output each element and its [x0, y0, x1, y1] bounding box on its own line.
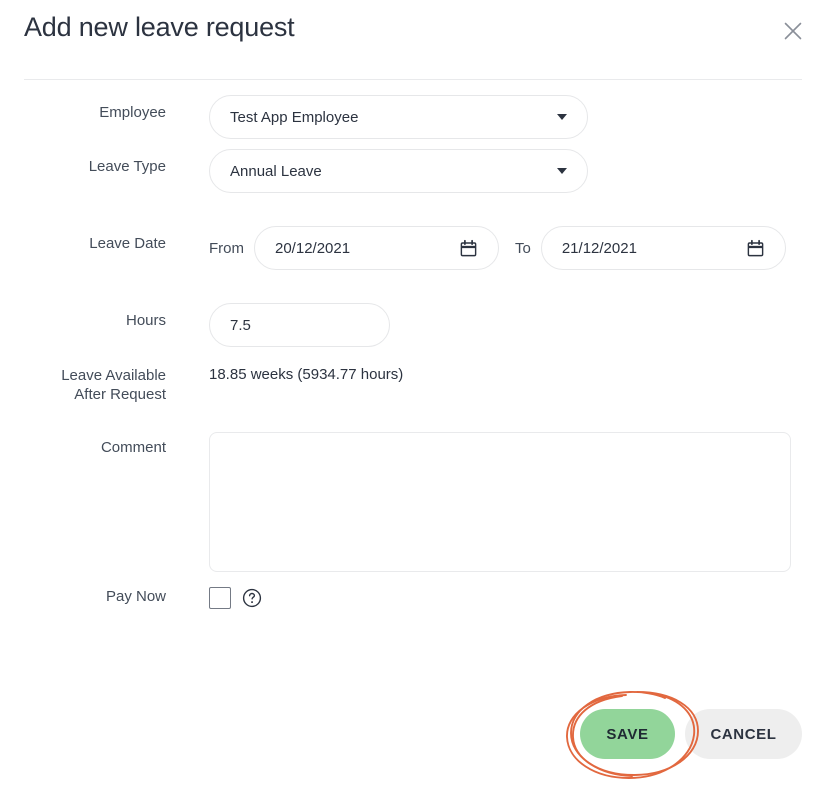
form-row-leave-date: Leave Date From 20/12/2021 To 21/12/2021 — [0, 221, 826, 298]
dialog-footer: SAVE CANCEL — [0, 709, 826, 759]
page-title: Add new leave request — [24, 12, 295, 42]
pay-now-checkbox[interactable] — [209, 587, 231, 609]
form-row-leave-available: Leave Available After Request 18.85 week… — [0, 364, 826, 424]
leave-available-value-area: 18.85 weeks (5934.77 hours) — [166, 364, 826, 386]
date-to-value: 21/12/2021 — [561, 239, 637, 257]
leave-available-label-line1: Leave Available — [61, 367, 166, 384]
hours-input[interactable]: 7.5 — [209, 303, 390, 347]
calendar-icon[interactable] — [746, 239, 765, 258]
leave-date-label: Leave Date — [89, 235, 166, 252]
cancel-button[interactable]: CANCEL — [685, 709, 802, 759]
leave-available-label-line2: After Request — [74, 386, 166, 403]
chevron-down-icon — [557, 114, 567, 120]
comment-textarea[interactable] — [209, 432, 791, 572]
leave-type-select[interactable]: Annual Leave — [209, 149, 588, 193]
date-from-label: From — [209, 239, 244, 257]
date-from-input[interactable]: 20/12/2021 — [254, 226, 499, 270]
leave-type-field-area: Annual Leave — [166, 144, 826, 198]
hours-field-area: 7.5 — [166, 298, 826, 352]
leave-available-label: Leave Available After Request — [0, 364, 166, 404]
employee-field-area: Test App Employee — [166, 90, 826, 144]
pay-now-label: Pay Now — [105, 588, 166, 605]
date-to-input[interactable]: 21/12/2021 — [540, 226, 786, 270]
form-row-hours: Hours 7.5 — [0, 298, 826, 364]
leave-date-field-area: From 20/12/2021 To 21/12/2021 — [166, 221, 826, 275]
chevron-down-icon — [557, 168, 567, 174]
leave-type-label: Leave Type — [88, 158, 166, 175]
leave-available-value: 18.85 weeks (5934.77 hours) — [209, 366, 404, 383]
form-row-comment: Comment — [0, 424, 826, 586]
form-row-pay-now: Pay Now — [0, 586, 826, 634]
save-button[interactable]: SAVE — [580, 709, 675, 759]
close-icon — [782, 20, 804, 42]
calendar-icon[interactable] — [459, 239, 478, 258]
comment-label: Comment — [100, 439, 166, 456]
date-to-label: To — [515, 239, 531, 257]
pay-now-field-area — [166, 586, 826, 610]
date-from-value: 20/12/2021 — [275, 239, 351, 257]
header-divider — [24, 79, 802, 80]
employee-label: Employee — [99, 104, 166, 121]
employee-selected-value: Test App Employee — [230, 108, 359, 126]
leave-type-selected-value: Annual Leave — [230, 162, 322, 180]
comment-field-area — [166, 424, 826, 572]
close-button[interactable] — [774, 12, 812, 50]
question-circle-icon[interactable] — [231, 588, 262, 608]
employee-select[interactable]: Test App Employee — [209, 95, 588, 139]
form-row-employee: Employee Test App Employee — [0, 90, 826, 144]
leave-request-form: Employee Test App Employee Leave Type An… — [0, 90, 826, 634]
hours-value: 7.5 — [230, 316, 251, 334]
hours-label: Hours — [125, 312, 166, 329]
form-row-leave-type: Leave Type Annual Leave — [0, 144, 826, 221]
